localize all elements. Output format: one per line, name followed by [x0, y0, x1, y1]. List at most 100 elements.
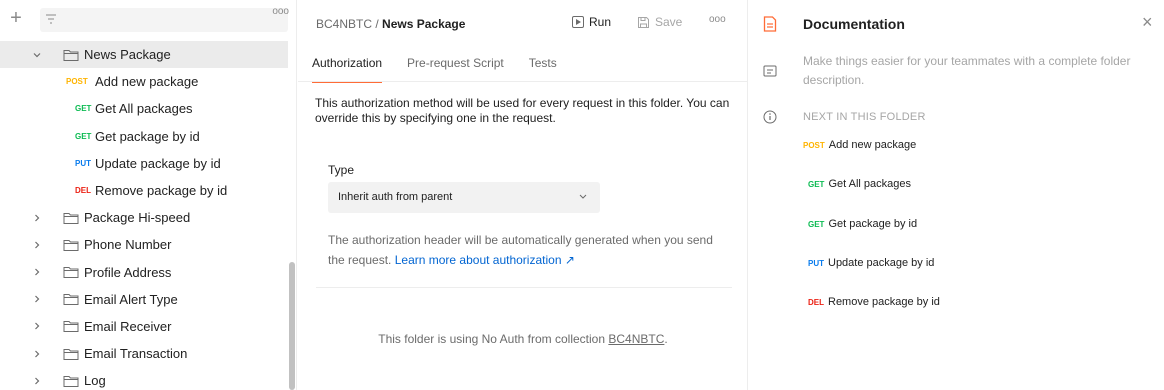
- close-icon[interactable]: ×: [1142, 13, 1153, 31]
- folder-item[interactable]: Phone Number: [0, 231, 288, 258]
- folder-label: Package Hi-speed: [84, 210, 191, 226]
- sidebar-scrollbar[interactable]: [289, 262, 295, 390]
- method-badge: GET: [75, 104, 92, 114]
- folder-label: Log: [84, 373, 106, 389]
- request-label: Get All packages: [95, 101, 193, 117]
- collection-tree: News Package POST Add new package GET Ge…: [0, 41, 288, 390]
- request-label: Add new package: [828, 139, 917, 151]
- tab-authorization[interactable]: Authorization: [312, 52, 383, 83]
- folder-icon: [63, 239, 79, 251]
- breadcrumb: BC4NBTC / News Package: [316, 17, 465, 31]
- chevron-down-icon[interactable]: [32, 50, 42, 60]
- folder-description[interactable]: Make things easier for your teammates wi…: [803, 52, 1153, 90]
- next-request-item[interactable]: POST Add new package: [803, 139, 916, 151]
- folder-label: Phone Number: [84, 237, 172, 253]
- chevron-right-icon[interactable]: [32, 267, 42, 277]
- breadcrumb-collection[interactable]: BC4NBTC: [316, 17, 372, 31]
- editor-header: BC4NBTC / News Package Run Save ooo: [298, 0, 748, 46]
- request-item[interactable]: DEL Remove package by id: [0, 177, 288, 204]
- folder-editor: BC4NBTC / News Package Run Save ooo Auth…: [298, 0, 748, 390]
- context-bar: [749, 0, 789, 390]
- auth-type-value: Inherit auth from parent: [338, 191, 453, 203]
- chevron-right-icon[interactable]: [32, 349, 42, 359]
- breadcrumb-folder: News Package: [382, 17, 466, 31]
- documentation-panel: Documentation × Make things easier for y…: [749, 0, 1164, 390]
- noauth-message: This folder is using No Auth from collec…: [298, 332, 748, 346]
- next-request-item[interactable]: PUT Update package by id: [808, 257, 934, 269]
- chevron-right-icon[interactable]: [32, 240, 42, 250]
- folder-icon: [63, 348, 79, 360]
- folder-label: Email Transaction: [84, 346, 188, 362]
- folder-item[interactable]: Email Alert Type: [0, 286, 288, 313]
- request-label: Remove package by id: [828, 296, 940, 308]
- chevron-right-icon[interactable]: [32, 294, 42, 304]
- request-item[interactable]: POST Add new package: [0, 68, 288, 95]
- next-request-item[interactable]: DEL Remove package by id: [808, 296, 940, 308]
- folder-label: Email Alert Type: [84, 291, 178, 307]
- comments-icon[interactable]: [763, 64, 777, 80]
- chevron-right-icon[interactable]: [32, 376, 42, 386]
- tab-tests[interactable]: Tests: [529, 52, 557, 81]
- documentation-icon[interactable]: [763, 16, 777, 32]
- folder-item[interactable]: Package Hi-speed: [0, 204, 288, 231]
- panel-title: Documentation: [803, 16, 905, 32]
- save-label: Save: [655, 15, 683, 29]
- auth-type-select[interactable]: Inherit auth from parent: [328, 182, 600, 213]
- tabs-divider: [298, 81, 748, 82]
- chevron-down-icon: [579, 194, 587, 199]
- request-label: Get package by id: [828, 218, 918, 230]
- folder-label: Profile Address: [84, 264, 172, 280]
- method-badge: GET: [808, 220, 825, 229]
- request-item[interactable]: GET Get All packages: [0, 95, 288, 122]
- method-badge: DEL: [75, 186, 91, 196]
- request-label: Get All packages: [828, 178, 912, 190]
- run-button[interactable]: Run: [572, 15, 611, 29]
- save-icon: [638, 16, 649, 28]
- folder-label: News Package: [84, 47, 171, 63]
- method-badge: PUT: [75, 158, 91, 168]
- request-label: Add new package: [95, 74, 199, 90]
- info-icon[interactable]: [763, 109, 777, 125]
- filter-input[interactable]: [40, 8, 288, 32]
- sidebar-more-button[interactable]: ooo: [272, 6, 289, 17]
- learn-more-link[interactable]: Learn more about authorization ↗: [395, 253, 575, 267]
- folder-item[interactable]: Log: [0, 367, 288, 390]
- next-request-item[interactable]: GET Get package by id: [808, 218, 917, 230]
- request-label: Remove package by id: [95, 183, 228, 199]
- filter-icon[interactable]: [44, 12, 58, 26]
- type-label: Type: [328, 163, 355, 177]
- folder-item[interactable]: Email Transaction: [0, 340, 288, 367]
- folder-icon: [63, 321, 79, 333]
- add-icon[interactable]: +: [7, 8, 25, 28]
- auth-description: This authorization method will be used f…: [315, 96, 730, 125]
- collection-link[interactable]: BC4NBTC: [608, 332, 664, 346]
- noauth-suffix: .: [664, 332, 668, 346]
- folder-icon: [63, 375, 79, 387]
- chevron-right-icon[interactable]: [32, 321, 42, 331]
- editor-more-button[interactable]: ooo: [709, 14, 726, 25]
- folder-item[interactable]: Email Receiver: [0, 313, 288, 340]
- folder-item-news-package[interactable]: News Package: [0, 41, 288, 69]
- sidebar-toolbar: + ooo: [0, 0, 297, 40]
- next-request-item[interactable]: GET Get All packages: [808, 178, 911, 190]
- folder-icon: [63, 212, 79, 224]
- request-item[interactable]: GET Get package by id: [0, 123, 288, 150]
- save-button[interactable]: Save: [637, 15, 682, 29]
- folder-item[interactable]: Profile Address: [0, 259, 288, 286]
- method-badge: GET: [808, 180, 825, 189]
- method-badge: POST: [803, 141, 825, 150]
- request-label: Update package by id: [95, 155, 221, 171]
- breadcrumb-separator: /: [375, 17, 379, 31]
- divider: [316, 287, 732, 288]
- request-label: Update package by id: [828, 257, 935, 269]
- request-item[interactable]: PUT Update package by id: [0, 150, 288, 177]
- run-label: Run: [589, 15, 612, 29]
- collection-sidebar: + ooo News Package POST Add new package …: [0, 0, 297, 390]
- tab-pre-request-script[interactable]: Pre-request Script: [407, 52, 504, 81]
- chevron-right-icon[interactable]: [32, 213, 42, 223]
- auth-note: The authorization header will be automat…: [328, 230, 728, 270]
- folder-icon: [63, 49, 79, 61]
- method-badge: PUT: [808, 259, 824, 268]
- noauth-text: This folder is using No Auth from collec…: [378, 332, 606, 346]
- folder-icon: [63, 267, 79, 279]
